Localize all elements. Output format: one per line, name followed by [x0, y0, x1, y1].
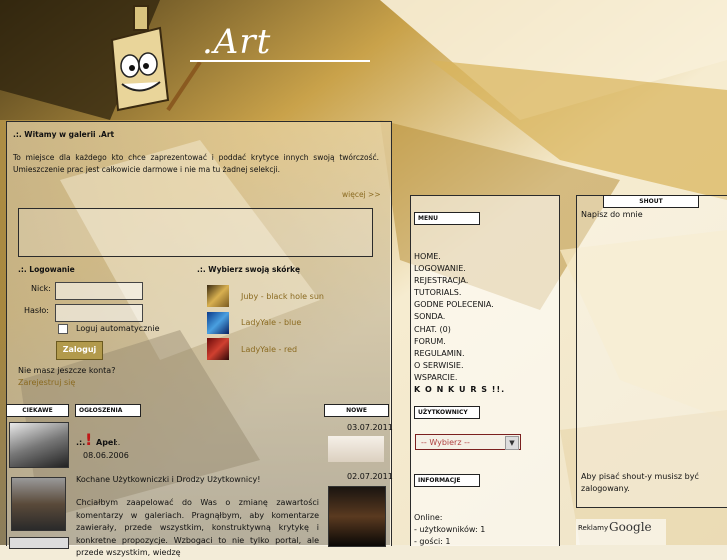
ads-label: Reklamy: [578, 524, 609, 532]
new-item-thumb-1[interactable]: [328, 436, 384, 462]
menu-item-recommendations[interactable]: GODNE POLECENIA.: [414, 299, 505, 311]
menu-item-support[interactable]: WSPARCIE.: [414, 372, 505, 384]
announcement-date: 08.06.2006: [83, 451, 129, 460]
no-account-text: Nie masz jeszcze konta?: [18, 366, 116, 375]
online-users: - użytkowników: 1: [414, 525, 486, 534]
menu-item-chat[interactable]: CHAT. (0): [414, 324, 505, 336]
new-item-date-1: 03.07.2011: [347, 423, 393, 432]
password-input[interactable]: [55, 304, 143, 322]
announcement-title: Apel: [96, 438, 117, 447]
new-item-date-2: 02.07.2011: [347, 472, 393, 481]
menu-item-contest[interactable]: K O N K U R S !!.: [414, 384, 505, 396]
tab-ogloszenia[interactable]: OGŁOSZENIA: [75, 404, 141, 417]
shout-panel: [576, 195, 727, 508]
remember-label: Loguj automatycznie: [76, 324, 160, 333]
logo-underline: [190, 60, 370, 62]
menu-item-about[interactable]: O SERWISIE.: [414, 360, 505, 372]
register-link[interactable]: Zarejestruj się: [18, 378, 75, 387]
info-title: INFORMACJE: [414, 474, 480, 487]
google-logo[interactable]: Google: [609, 520, 652, 534]
skin-thumb-red[interactable]: [207, 338, 229, 360]
site-logo[interactable]: .Art: [202, 22, 271, 62]
menu-item-tutorials[interactable]: TUTORIALS.: [414, 287, 505, 299]
menu-item-rules[interactable]: REGULAMIN.: [414, 348, 505, 360]
nick-input[interactable]: [55, 282, 143, 300]
tab-ciekawe[interactable]: CIEKAWE: [6, 404, 69, 417]
skin-link-black[interactable]: Juby - black hole sun: [241, 292, 324, 301]
more-link[interactable]: więcej >>: [342, 190, 381, 199]
skin-link-blue[interactable]: LadyYale - blue: [241, 318, 301, 327]
announcement-greeting: Kochane Użytkowniczki i Drodzy Użytkowni…: [76, 475, 261, 484]
login-title: .:. Logowanie: [18, 265, 75, 274]
main-menu: HOME. LOGOWANIE. REJESTRACJA. TUTORIALS.…: [414, 251, 505, 396]
alert-icon: !: [85, 430, 93, 449]
new-item-thumb-2[interactable]: [328, 486, 386, 547]
menu-item-login[interactable]: LOGOWANIE.: [414, 263, 505, 275]
menu-title: MENU: [414, 212, 480, 225]
users-select[interactable]: -- Wybierz -- ▼: [415, 434, 521, 450]
menu-item-register[interactable]: REJESTRACJA.: [414, 275, 505, 287]
skin-thumb-blue[interactable]: [207, 312, 229, 334]
remember-checkbox[interactable]: [58, 324, 68, 334]
nick-label: Nick:: [31, 284, 51, 293]
menu-item-home[interactable]: HOME.: [414, 251, 505, 263]
shout-title: SHOUT: [603, 195, 699, 208]
online-label: Online:: [414, 513, 443, 522]
skin-link-red[interactable]: LadyYale - red: [241, 345, 297, 354]
announcement-title-suffix: :.: [115, 438, 121, 447]
announcement-body: Chciałbym zaapelować do Was o zmianę zaw…: [76, 498, 319, 557]
users-title: UŻYTKOWNICY: [414, 406, 480, 419]
tab-nowe[interactable]: NOWE: [324, 404, 389, 417]
shout-login-note: Aby pisać shout-y musisz być zalogowany.: [581, 472, 699, 493]
users-select-value: -- Wybierz --: [421, 438, 470, 447]
menu-item-poll[interactable]: SONDA.: [414, 311, 505, 323]
interesting-thumb-1[interactable]: [9, 422, 69, 468]
skins-title: .:. Wybierz swoją skórkę: [197, 265, 301, 274]
announcement-prefix: .:.: [76, 438, 86, 447]
menu-item-forum[interactable]: FORUM.: [414, 336, 505, 348]
welcome-title: .:. Witamy w galerii .Art: [13, 130, 115, 139]
interesting-thumb-3[interactable]: [9, 537, 69, 549]
welcome-text: To miejsce dla każdego kto chce zaprezen…: [13, 153, 379, 174]
login-button[interactable]: Zaloguj: [56, 341, 103, 360]
interesting-thumb-2[interactable]: [11, 477, 66, 531]
chevron-down-icon[interactable]: ▼: [505, 436, 519, 450]
shout-intro: Napisz do mnie: [581, 210, 643, 219]
password-label: Hasło:: [24, 306, 49, 315]
skin-thumb-black[interactable]: [207, 285, 229, 307]
banner-box: [18, 208, 373, 257]
